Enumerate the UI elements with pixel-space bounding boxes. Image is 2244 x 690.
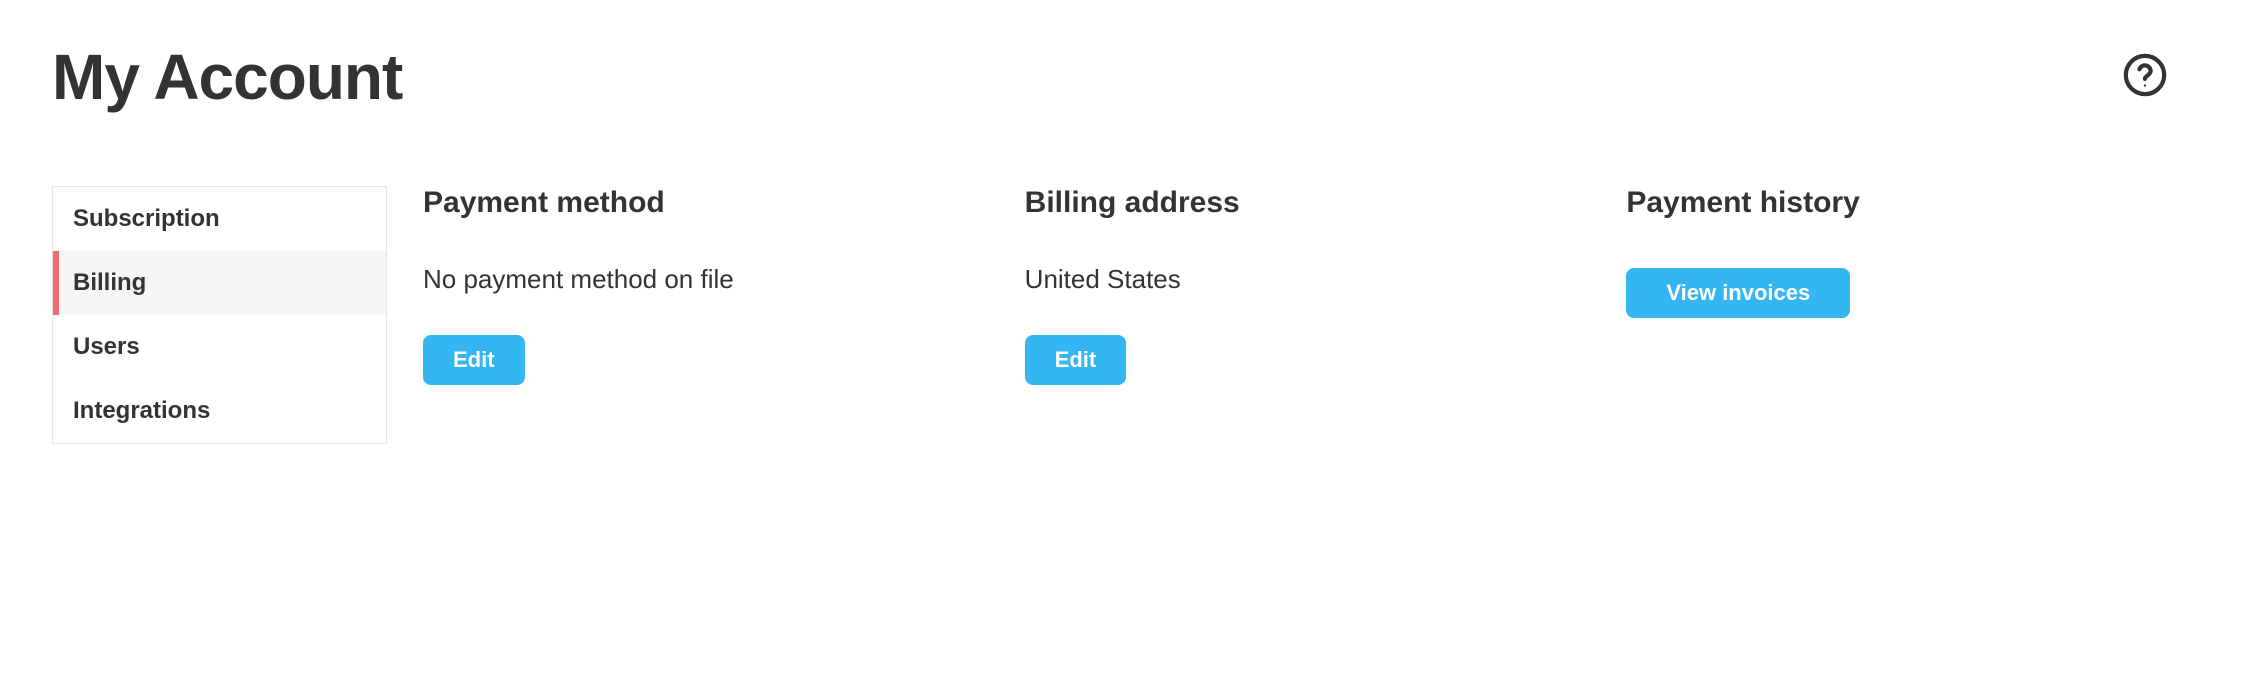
page-title: My Account <box>52 40 2192 114</box>
payment-method-section: Payment method No payment method on file… <box>423 186 989 385</box>
sidebar-item-label: Subscription <box>73 205 220 232</box>
payment-history-section: Payment history View invoices <box>1626 186 2192 385</box>
billing-address-section: Billing address United States Edit <box>1025 186 1591 385</box>
billing-address-heading: Billing address <box>1025 186 1591 220</box>
sidebar-nav: Subscription Billing Users Integrations <box>52 186 387 444</box>
billing-address-value: United States <box>1025 264 1591 295</box>
edit-payment-method-button[interactable]: Edit <box>423 335 525 385</box>
payment-method-value: No payment method on file <box>423 264 989 295</box>
edit-billing-address-button[interactable]: Edit <box>1025 335 1127 385</box>
help-icon[interactable] <box>2122 52 2168 98</box>
main-content: Payment method No payment method on file… <box>423 186 2192 385</box>
payment-history-heading: Payment history <box>1626 186 2192 220</box>
sidebar-item-integrations[interactable]: Integrations <box>53 379 386 443</box>
sidebar-item-label: Integrations <box>73 397 210 424</box>
sidebar-item-label: Users <box>73 333 140 360</box>
sidebar-item-label: Billing <box>73 269 146 296</box>
sidebar-item-subscription[interactable]: Subscription <box>53 187 386 251</box>
payment-method-heading: Payment method <box>423 186 989 220</box>
view-invoices-button[interactable]: View invoices <box>1626 268 1850 318</box>
sidebar-item-billing[interactable]: Billing <box>53 251 386 315</box>
sidebar-item-users[interactable]: Users <box>53 315 386 379</box>
